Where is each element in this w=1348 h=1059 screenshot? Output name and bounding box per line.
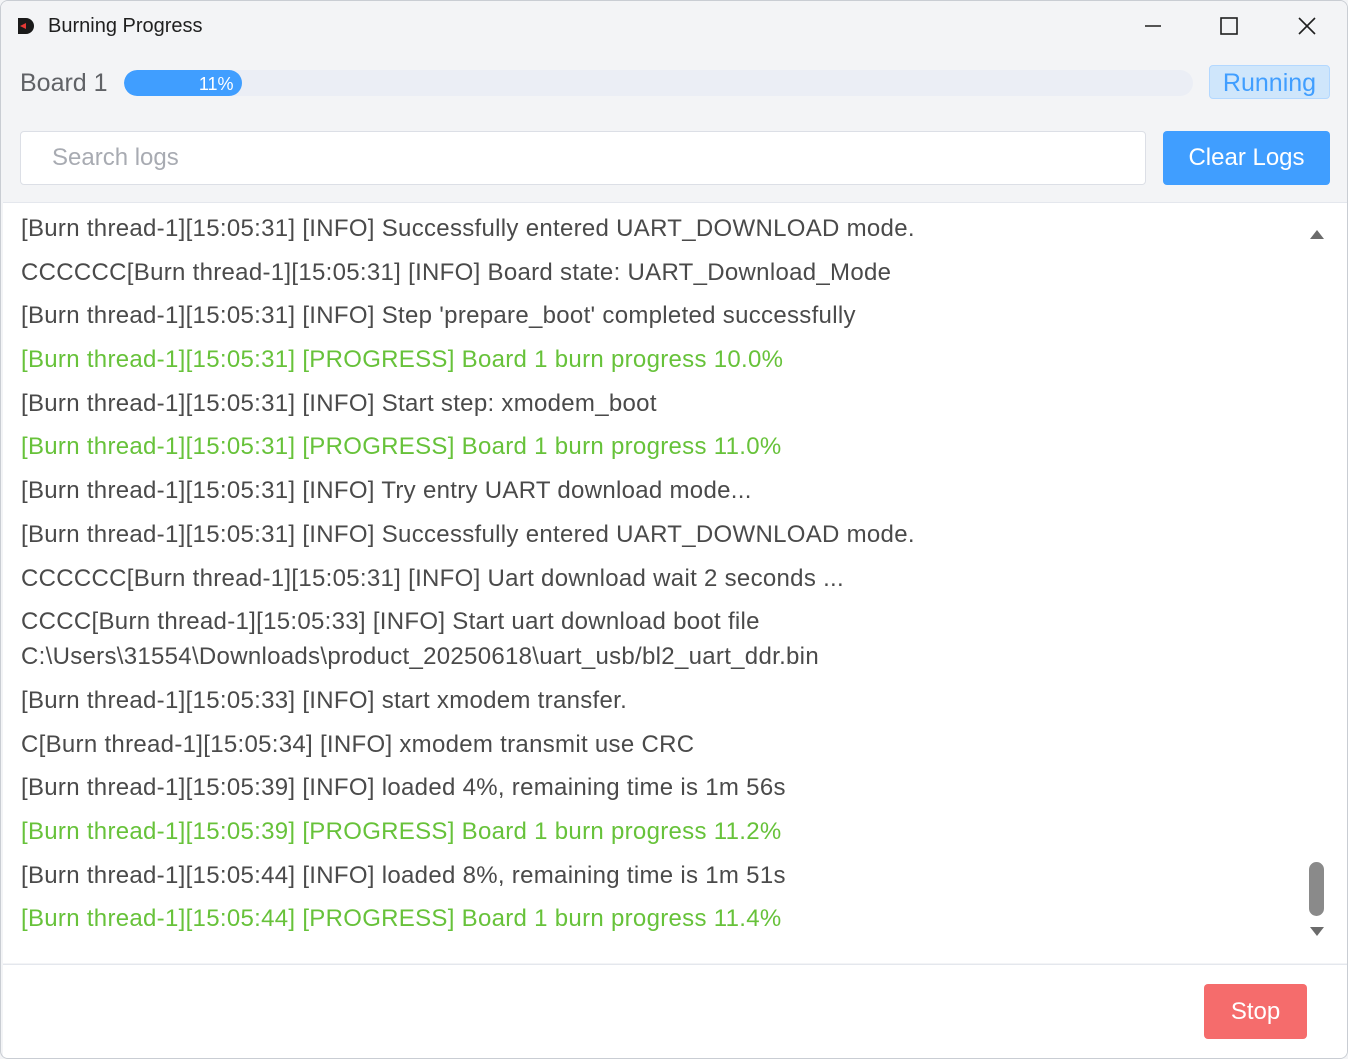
log-line: [Burn thread-1][15:05:31] [INFO] Step 'p… [21,302,856,330]
maximize-button[interactable] [1191,1,1267,51]
log-line: CCCCCC[Burn thread-1][15:05:31] [INFO] B… [21,258,892,286]
app-logo-icon [18,18,34,34]
log-line: [Burn thread-1][15:05:31] [INFO] Success… [21,215,915,242]
log-line: [Burn thread-1][15:05:31] [INFO] Start s… [21,389,657,417]
log-panel[interactable]: [Burn thread-1][15:05:31] [INFO] Success… [3,202,1347,963]
log-line: [Burn thread-1][15:05:31] [INFO] Success… [21,520,915,548]
window-title: Burning Progress [48,15,203,37]
log-line: [Burn thread-1][15:05:33] [INFO] start x… [21,686,628,714]
close-button[interactable] [1269,1,1345,51]
log-line: [Burn thread-1][15:05:31] [PROGRESS] Boa… [21,346,784,374]
progress-fill: 11% [124,70,242,96]
progress-text: 11% [198,74,234,94]
stop-button[interactable]: Stop [1204,984,1307,1039]
log-line: CCCC[Burn thread-1][15:05:33] [INFO] Sta… [21,608,819,671]
scrollbar-thumb[interactable] [1309,862,1324,916]
search-input[interactable] [20,131,1146,185]
log-line: [Burn thread-1][15:05:31] [INFO] Try ent… [21,477,752,505]
footer-bar: Stop [3,964,1347,1058]
log-line: C[Burn thread-1][15:05:34] [INFO] xmodem… [21,730,695,758]
title-bar[interactable]: Burning Progress [1,1,1347,51]
log-line: [Burn thread-1][15:05:39] [INFO] loaded … [21,774,786,802]
burning-progress-window: Burning Progress Board 1 11% Running Cle… [0,0,1348,1059]
log-line: CCCCCC[Burn thread-1][15:05:31] [INFO] U… [21,564,844,592]
log-line: [Burn thread-1][15:05:39] [PROGRESS] Boa… [21,817,782,845]
scroll-down-arrow-icon[interactable] [1307,925,1327,939]
log-line: [Burn thread-1][15:05:44] [INFO] loaded … [21,861,786,889]
board-label: Board 1 [20,69,108,97]
log-line: [Burn thread-1][15:05:31] [PROGRESS] Boa… [21,433,782,461]
clear-logs-button[interactable]: Clear Logs [1163,131,1330,185]
minimize-icon [1145,25,1161,27]
close-icon [1298,17,1316,35]
log-line: [Burn thread-1][15:05:44] [PROGRESS] Boa… [21,905,782,933]
log-list: [Burn thread-1][15:05:31] [INFO] Success… [21,203,1301,945]
scroll-up-arrow-icon[interactable] [1307,227,1327,241]
maximize-icon [1220,17,1238,35]
board-progress-bar: 11% [124,70,1193,96]
status-badge: Running [1209,65,1330,99]
minimize-button[interactable] [1115,1,1191,51]
